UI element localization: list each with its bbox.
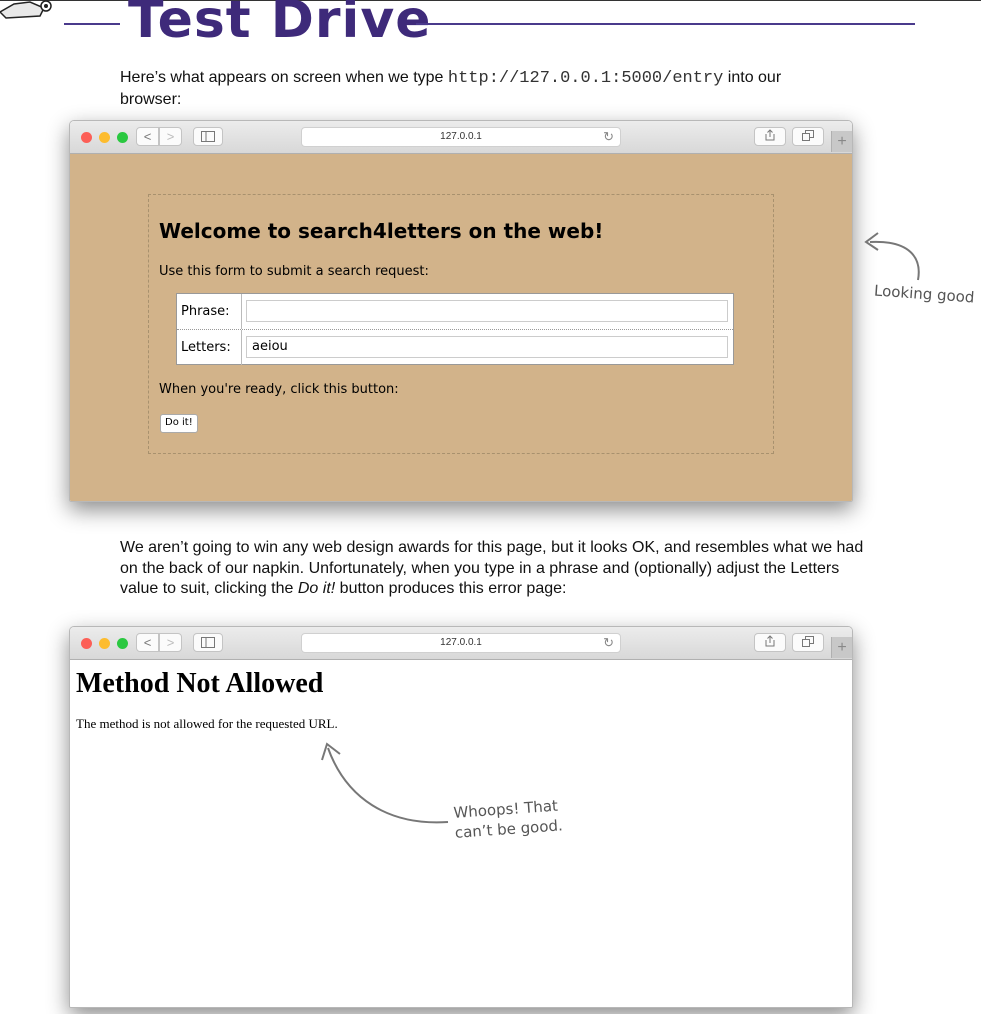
share-icon: [765, 129, 775, 141]
sidebar-icon: [201, 131, 215, 142]
tabs-icon: [802, 130, 814, 141]
phrase-row: Phrase:: [177, 294, 733, 330]
browser-toolbar: < > 127.0.0.1 ↻ +: [70, 627, 852, 660]
minimize-window-button[interactable]: [99, 638, 110, 649]
back-button[interactable]: <: [136, 127, 159, 146]
form-title: Welcome to search4letters on the web!: [159, 219, 604, 243]
heading-rule-left: [64, 23, 120, 25]
sidebar-icon: [201, 637, 215, 648]
reload-icon[interactable]: ↻: [603, 635, 614, 651]
tabs-icon: [802, 636, 814, 647]
phrase-input[interactable]: [246, 300, 728, 322]
minimize-window-button[interactable]: [99, 132, 110, 143]
curved-arrow-icon: [864, 232, 920, 281]
search-form-container: Welcome to search4letters on the web! Us…: [148, 194, 774, 454]
sidebar-button[interactable]: [193, 633, 223, 652]
looking-good-note: Looking good: [873, 281, 976, 307]
address-text: 127.0.0.1: [440, 131, 482, 142]
letters-input[interactable]: aeiou: [246, 336, 728, 358]
do-it-reference: Do it!: [297, 580, 336, 597]
car-illustration-icon: [0, 0, 52, 19]
letters-row: Letters: aeiou: [177, 330, 733, 365]
cell-divider: [241, 330, 242, 365]
new-tab-button[interactable]: +: [831, 637, 852, 658]
zoom-window-button[interactable]: [117, 638, 128, 649]
address-bar[interactable]: 127.0.0.1 ↻: [301, 127, 621, 147]
tabs-button[interactable]: [792, 127, 824, 146]
phrase-label: Phrase:: [181, 304, 230, 319]
address-bar[interactable]: 127.0.0.1 ↻: [301, 633, 621, 653]
share-button[interactable]: [754, 127, 786, 146]
page-heading: Test Drive: [128, 0, 432, 50]
curved-arrow-icon: [321, 742, 449, 824]
back-button[interactable]: <: [136, 633, 159, 652]
explanation-paragraph: We aren’t going to win any web design aw…: [120, 538, 880, 600]
error-message: The method is not allowed for the reques…: [76, 716, 338, 731]
intro-prefix: Here’s what appears on screen when we ty…: [120, 69, 448, 86]
letters-label: Letters:: [181, 340, 231, 355]
explanation-end: button produces this error page:: [335, 580, 567, 597]
entry-url-code: http://127.0.0.1:5000/entry: [447, 69, 724, 88]
cell-divider: [241, 294, 242, 329]
browser-toolbar: < > 127.0.0.1 ↻ +: [70, 121, 852, 154]
close-window-button[interactable]: [81, 638, 92, 649]
close-window-button[interactable]: [81, 132, 92, 143]
form-instruction: Use this form to submit a search request…: [159, 264, 429, 279]
share-button[interactable]: [754, 633, 786, 652]
reload-icon[interactable]: ↻: [603, 129, 614, 145]
share-icon: [765, 635, 775, 647]
error-title: Method Not Allowed: [76, 668, 324, 699]
intro-paragraph: Here’s what appears on screen when we ty…: [120, 68, 840, 110]
new-tab-button[interactable]: +: [831, 131, 852, 152]
forward-button[interactable]: >: [159, 127, 182, 146]
heading-rule-right: [416, 23, 915, 25]
zoom-window-button[interactable]: [117, 132, 128, 143]
form-fields-table: Phrase: Letters: aeiou: [176, 293, 734, 365]
forward-button[interactable]: >: [159, 633, 182, 652]
sidebar-button[interactable]: [193, 127, 223, 146]
ready-text: When you're ready, click this button:: [159, 382, 399, 397]
form-page-content: Welcome to search4letters on the web! Us…: [70, 154, 852, 501]
do-it-button[interactable]: Do it!: [160, 414, 198, 433]
tabs-button[interactable]: [792, 633, 824, 652]
address-text: 127.0.0.1: [440, 637, 482, 648]
browser-window-form: < > 127.0.0.1 ↻ + Welcome to search4lett…: [69, 120, 853, 502]
